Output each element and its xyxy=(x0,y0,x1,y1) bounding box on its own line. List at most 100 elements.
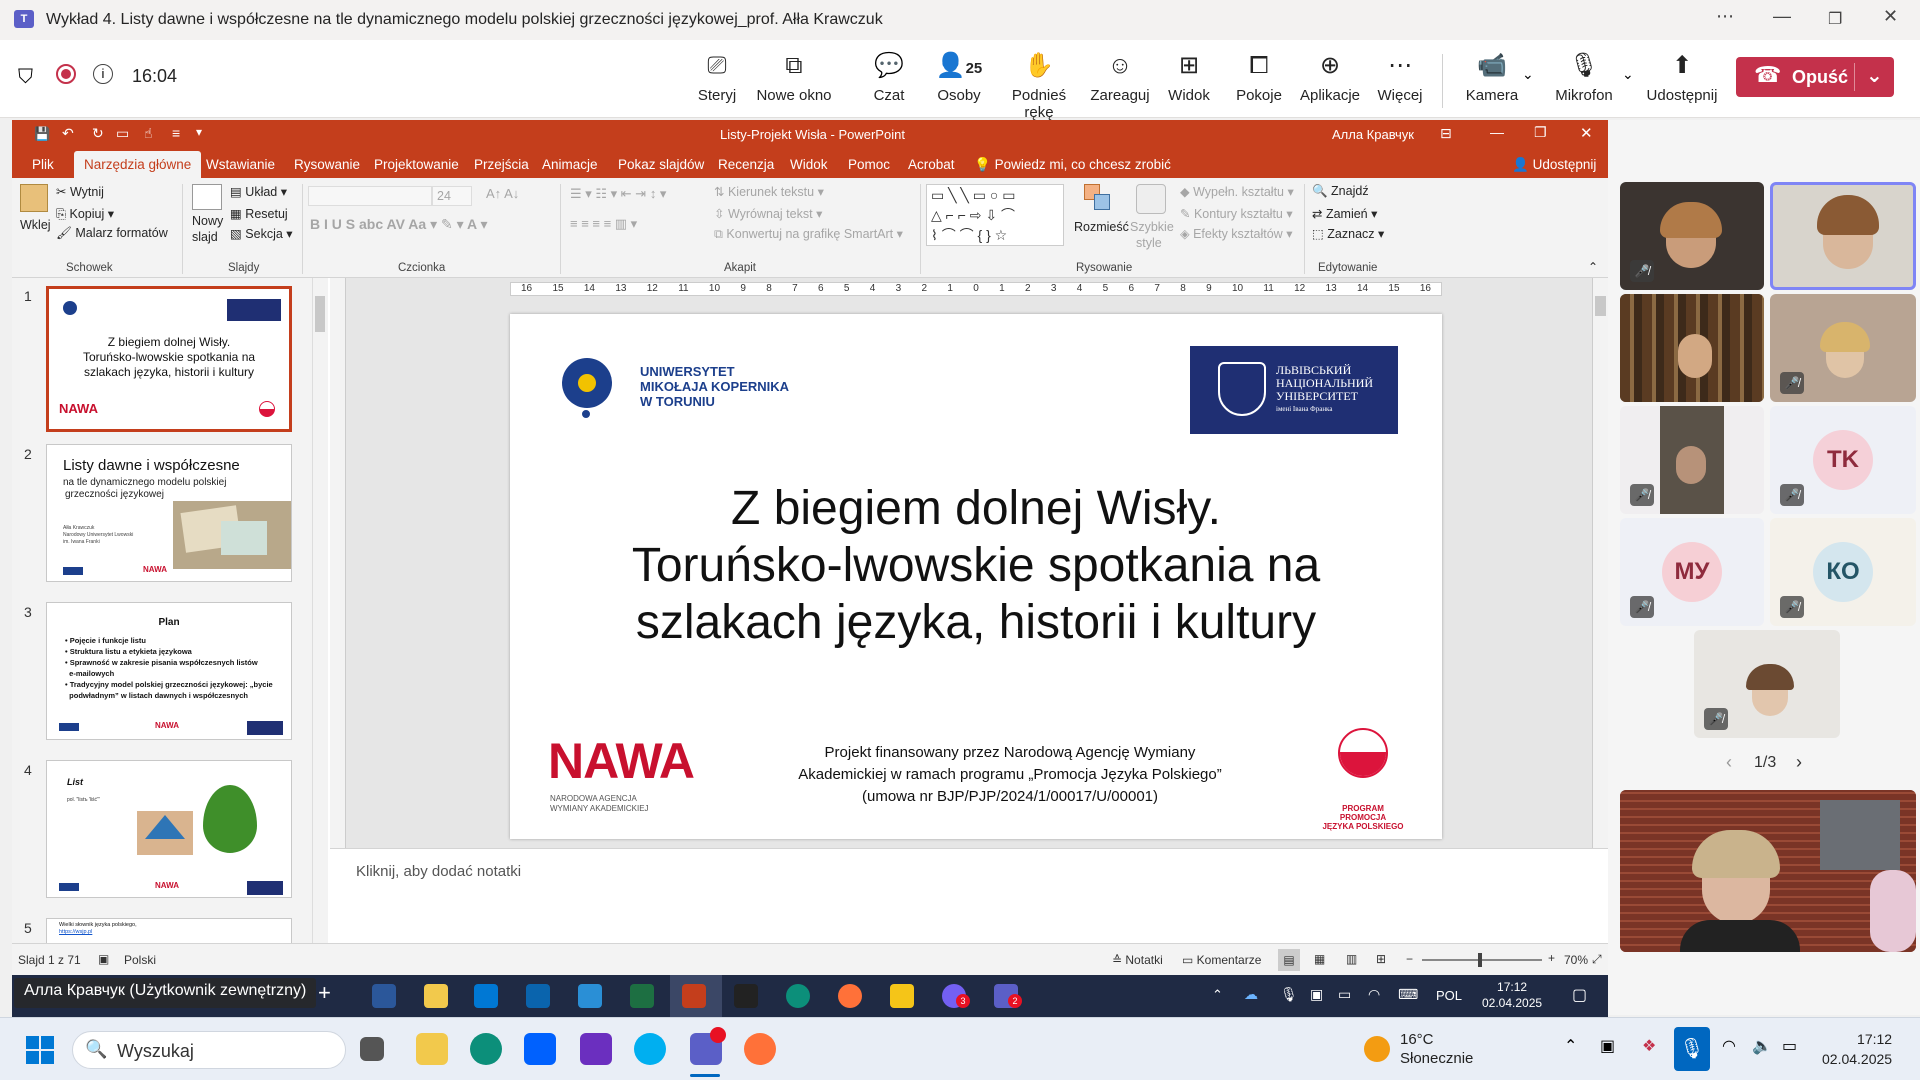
redo-icon[interactable]: ↻ xyxy=(92,125,104,142)
pdf-icon[interactable] xyxy=(734,984,758,1008)
tab-draw[interactable]: Rysowanie xyxy=(294,157,360,172)
word-icon[interactable] xyxy=(372,984,396,1008)
expand-presenter-icon[interactable]: + xyxy=(318,980,331,1006)
store-icon[interactable] xyxy=(474,984,498,1008)
layout-button[interactable]: ▤ Układ ▾ xyxy=(230,184,287,199)
participant-video[interactable]: 🎤̸ xyxy=(1770,294,1916,402)
ppt-close-icon[interactable]: ✕ xyxy=(1580,124,1593,142)
ppt-minimize-icon[interactable]: — xyxy=(1490,124,1504,140)
paste-icon[interactable] xyxy=(20,184,48,212)
tab-transitions[interactable]: Przejścia xyxy=(474,157,529,172)
shape-effects-button[interactable]: ◈ Efekty kształtów ▾ xyxy=(1180,226,1292,241)
shape-outline-button[interactable]: ✎ Kontury kształtu ▾ xyxy=(1180,206,1293,221)
slideshow-view-icon[interactable]: ⊞ xyxy=(1376,952,1386,966)
info-icon[interactable]: i xyxy=(93,64,113,84)
sorter-view-icon[interactable]: ▦ xyxy=(1314,952,1325,966)
powerpoint-icon[interactable] xyxy=(682,984,706,1008)
participant-tile[interactable]: КО 🎤̸ xyxy=(1770,518,1916,626)
teams-icon[interactable]: 2 xyxy=(994,984,1022,1008)
prev-page-icon[interactable]: ‹ xyxy=(1726,752,1732,773)
notification-icon[interactable]: ▢ xyxy=(1572,985,1587,1005)
next-page-icon[interactable]: › xyxy=(1796,752,1802,773)
shape-fill-button[interactable]: ◆ Wypełn. kształtu ▾ xyxy=(1180,184,1294,199)
normal-view-icon[interactable]: ▤ xyxy=(1278,949,1300,971)
restore-icon[interactable]: ❐ xyxy=(1828,9,1842,29)
list-icon[interactable]: ≡ xyxy=(172,125,180,141)
quick-styles-label-2[interactable]: style xyxy=(1136,236,1162,250)
zoom-slider[interactable] xyxy=(1422,953,1542,967)
participant-video-active[interactable] xyxy=(1770,182,1916,290)
slide-thumbnail-1[interactable]: Z biegiem dolnej Wisły. Toruńsko-lwowski… xyxy=(46,286,292,432)
grow-font-icon[interactable]: A↑ A↓ xyxy=(486,186,519,201)
new-slide-icon[interactable] xyxy=(192,184,222,210)
taskbar-search-box[interactable]: 🔍 Wyszukaj xyxy=(72,1031,346,1069)
react-button[interactable]: ☺ Zareaguj xyxy=(1090,50,1150,114)
view-button[interactable]: ⊞ Widok xyxy=(1162,50,1216,114)
copy-button[interactable]: ⎘ Kopiuj ▾ xyxy=(56,206,114,222)
tab-insert[interactable]: Wstawianie xyxy=(206,157,275,172)
firefox-icon[interactable] xyxy=(744,1033,776,1065)
tab-design[interactable]: Projektowanie xyxy=(374,157,459,172)
firefox-icon[interactable] xyxy=(838,984,862,1008)
mic-options-chevron-icon[interactable]: ⌄ xyxy=(1622,66,1634,83)
font-name-input[interactable] xyxy=(308,186,432,206)
tab-help[interactable]: Pomoc xyxy=(848,157,890,172)
quick-styles-icon[interactable] xyxy=(1136,184,1166,214)
align-text-button[interactable]: ⇳ Wyrównaj tekst ▾ xyxy=(714,206,822,221)
undo-icon[interactable]: ↶ xyxy=(62,125,74,142)
text-direction-button[interactable]: ⇅ Kierunek tekstu ▾ xyxy=(714,184,824,199)
collapse-ribbon-icon[interactable]: ⌃ xyxy=(1588,260,1598,274)
camera-button[interactable]: 📹 Kamera xyxy=(1462,50,1522,114)
list-buttons[interactable]: ☰ ▾ ☷ ▾ ⇤ ⇥ ↕ ▾ xyxy=(570,186,666,202)
more-button[interactable]: ⋯ Więcej xyxy=(1372,50,1428,114)
comments-toggle[interactable]: ▭ Komentarze xyxy=(1182,953,1261,967)
tab-animations[interactable]: Animacje xyxy=(542,157,598,172)
replace-button[interactable]: ⇄ Zamień ▾ xyxy=(1312,206,1377,221)
display-icon[interactable]: ▣ xyxy=(1600,1036,1615,1056)
reading-view-icon[interactable]: ▥ xyxy=(1346,952,1357,966)
paste-button[interactable]: Wklej xyxy=(20,218,51,232)
viber-icon[interactable]: 3 xyxy=(942,984,970,1008)
file-explorer-icon[interactable] xyxy=(424,984,448,1008)
smartart-button[interactable]: ⧉ Konwertuj na grafikę SmartArt ▾ xyxy=(714,226,903,242)
notes-toggle[interactable]: ≙ Notatki xyxy=(1112,953,1163,967)
teams-taskbar-icon[interactable] xyxy=(690,1027,726,1065)
notes-pane[interactable]: Kliknij, aby dodać notatki xyxy=(330,848,1608,943)
tab-home[interactable]: Narzędzia główne xyxy=(74,151,202,178)
spellcheck-icon[interactable]: ▣ xyxy=(98,952,109,966)
shield-icon[interactable]: ⛉ xyxy=(18,66,33,89)
presenter-video[interactable] xyxy=(1620,790,1916,952)
edge-icon[interactable] xyxy=(786,984,810,1008)
participant-video[interactable]: 🎤̸ xyxy=(1620,182,1764,290)
thumbnails-scrollbar[interactable] xyxy=(312,278,326,943)
remote-clock[interactable]: 17:12 02.04.2025 xyxy=(1482,979,1542,1011)
tab-file[interactable]: Plik xyxy=(32,157,54,172)
display-icon[interactable]: ▣ xyxy=(1310,986,1323,1003)
mic-tray-icon[interactable]: 🎙 xyxy=(1280,986,1298,1003)
more-options-icon[interactable]: ⋯ xyxy=(1716,6,1734,27)
onedrive-icon[interactable]: ☁ xyxy=(1244,986,1258,1003)
keyboard-icon[interactable]: ⌨ xyxy=(1398,986,1418,1003)
dropbox-tray-icon[interactable]: ❖ xyxy=(1642,1036,1656,1056)
customize-toolbar-icon[interactable]: ▾ xyxy=(196,125,202,139)
new-window-button[interactable]: ⧉ Nowe okno xyxy=(754,50,834,114)
editor-scrollbar[interactable] xyxy=(1592,278,1608,848)
slide-title[interactable]: Z biegiem dolnej Wisły. Toruńsko-lwowski… xyxy=(510,480,1442,651)
current-slide[interactable]: UNIWERSYTET MIKOŁAJA KOPERNIKA W TORUNIU… xyxy=(510,314,1442,839)
outlook-icon[interactable] xyxy=(526,984,550,1008)
app-s-icon[interactable] xyxy=(580,1033,612,1065)
people-button[interactable]: 👤25 Osoby xyxy=(932,50,986,114)
touch-mode-icon[interactable]: ☝ xyxy=(144,125,153,142)
fit-slide-icon[interactable]: ⤢ xyxy=(1592,952,1602,967)
align-buttons[interactable]: ≡ ≡ ≡ ≡ ▥ ▾ xyxy=(570,216,637,232)
shapes-gallery[interactable]: ▭ ╲ ╲ ▭ ○ ▭ △ ⌐ ⌐ ⇨ ⇩ ⌒ ⌇ ⌒ ⌒ { } ☆ xyxy=(926,184,1064,246)
zoom-in-icon[interactable]: + xyxy=(1548,951,1555,965)
wifi-icon[interactable]: ◠ xyxy=(1722,1036,1736,1056)
arrange-icon[interactable] xyxy=(1084,184,1112,212)
wifi-icon[interactable]: ◠ xyxy=(1368,986,1380,1003)
slide-thumbnail-3[interactable]: Plan • Pojęcie i funkcje listu • Struktu… xyxy=(46,602,292,740)
tab-view[interactable]: Widok xyxy=(790,157,828,172)
format-painter-button[interactable]: 🖌 Malarz formatów xyxy=(56,226,168,241)
apps-button[interactable]: ⊕ Aplikacje xyxy=(1298,50,1362,114)
language-status[interactable]: Polski xyxy=(124,953,156,967)
